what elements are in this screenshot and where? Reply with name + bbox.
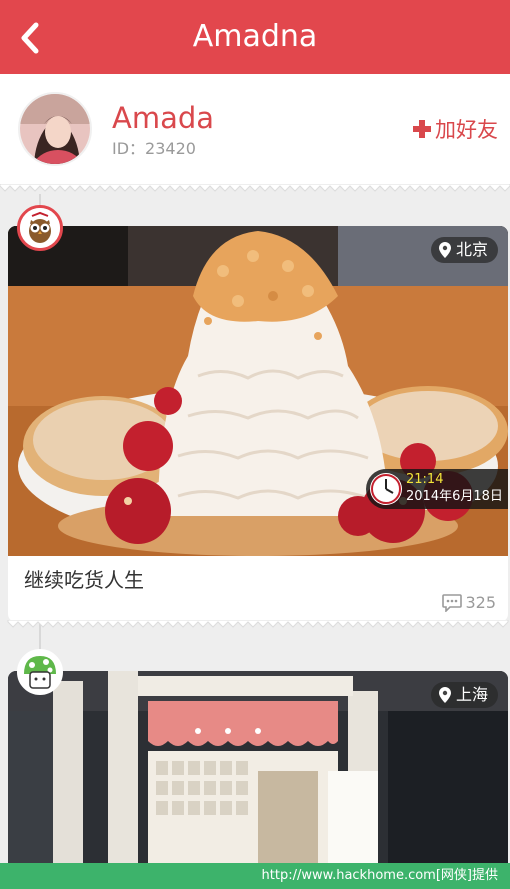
post-card[interactable]: 上海 xyxy=(8,671,508,871)
user-id: ID：23420 xyxy=(112,139,196,158)
profile-divider xyxy=(0,184,510,192)
user-name: Amada xyxy=(112,101,215,135)
comment-icon xyxy=(442,594,463,612)
post-caption: 继续吃货人生 xyxy=(24,568,144,592)
clock-icon xyxy=(370,473,402,505)
location-text: 上海 xyxy=(455,685,488,704)
mushroom-icon xyxy=(20,652,60,692)
location-tag: 上海 xyxy=(430,682,498,708)
add-friend-label: 加好友 xyxy=(435,118,498,142)
timestamp-badge: 21:14 2014年6月18日 xyxy=(366,469,508,509)
watermark-banner: http://www.hackhome.com[网侠]提供 xyxy=(0,863,510,889)
post-time: 21:14 xyxy=(406,472,444,487)
location-pin-icon xyxy=(438,687,451,703)
owl-icon xyxy=(20,208,60,248)
post-divider xyxy=(7,620,509,628)
plus-icon xyxy=(413,120,431,138)
avatar[interactable] xyxy=(18,92,92,166)
location-text: 北京 xyxy=(455,240,488,259)
post-badge[interactable] xyxy=(17,205,63,251)
navigation-bar: Amadna xyxy=(0,0,510,74)
post-badge[interactable] xyxy=(17,649,63,695)
comment-count[interactable]: 325 xyxy=(442,592,496,614)
page-title: Amadna xyxy=(192,19,318,54)
post-date: 2014年6月18日 xyxy=(406,489,503,504)
post-card[interactable]: 北京 21:14 2014年6月18日 继续吃货人生 325 xyxy=(8,226,508,622)
comment-count-value: 325 xyxy=(465,593,496,612)
location-pin-icon xyxy=(438,242,451,258)
location-tag: 北京 xyxy=(430,237,498,263)
add-friend-button[interactable]: 加好友 xyxy=(413,114,498,144)
profile-header: Amada ID：23420 加好友 xyxy=(0,74,510,186)
